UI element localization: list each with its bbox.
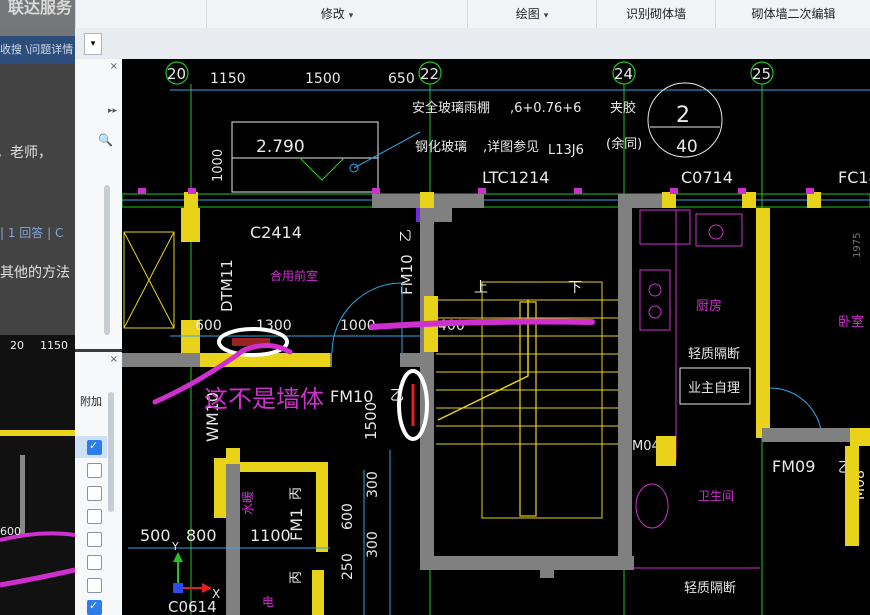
stair-up-label: 上 [474, 280, 488, 296]
ribbon-blank-group [75, 0, 206, 28]
door-label: FM1 [287, 508, 306, 541]
axis-label: 24 [614, 65, 633, 83]
attach-checkbox[interactable] [87, 555, 102, 570]
question-text: ，老师， [0, 145, 52, 161]
note-text: L13J6 [548, 143, 584, 158]
door-label: DTM11 [218, 259, 236, 312]
svg-text:600: 600 [0, 525, 21, 538]
cad-canvas[interactable]: 20 22 24 25 1150 1500 650 2.790 1000 安全玻… [122, 59, 870, 615]
breadcrumb[interactable]: 收搜 \问题详情 [0, 36, 75, 64]
draw-menu[interactable]: 绘图 ▾ [467, 0, 596, 28]
floor-plan-drawing[interactable]: 20 22 24 25 1150 1500 650 2.790 1000 安全玻… [122, 59, 870, 615]
dimension-label: 1150 [210, 71, 246, 87]
elevation-label: 2.790 [256, 137, 305, 157]
dimension-label: 650 [388, 71, 415, 87]
room-label: 厨房 [696, 298, 722, 314]
room-label: 合用前室 [270, 268, 318, 283]
note-text: 夹胶 [610, 100, 636, 116]
scrollbar-bottom[interactable] [108, 392, 114, 512]
search-icon[interactable]: 🔍 [98, 133, 113, 147]
window-label: C0714 [681, 168, 733, 187]
chevron-down-icon: ▾ [543, 11, 549, 21]
answer-count[interactable]: | 1 回答 | C [0, 224, 63, 241]
recognize-masonry-wall-label: 识别砌体墙 [625, 7, 686, 21]
fire-rating: 丙 [289, 487, 304, 500]
room-label: 电 [262, 595, 274, 609]
svg-text:1150: 1150 [40, 339, 68, 352]
side-text: 1975 [852, 233, 863, 258]
secondary-toolbar [0, 28, 870, 60]
window-label: C2414 [250, 223, 302, 242]
column-header-attach: 附加 [80, 395, 102, 408]
fire-rating: 乙 [399, 229, 414, 242]
detail-number: 2 [676, 103, 690, 128]
annotation-not-wall: 这不是墙体 [204, 385, 324, 413]
room-label: 卧室 [838, 314, 864, 330]
stair-down-label: 下 [568, 280, 582, 296]
note-text: ,详图参见 [483, 139, 539, 155]
door-label: FM09 [772, 457, 815, 476]
ribbon-toolbar: 修改 ▾ 绘图 ▾ 识别砌体墙 砌体墙二次编辑 [0, 0, 870, 29]
attach-checkbox[interactable] [87, 599, 102, 615]
room-label: 水暖 [241, 491, 255, 515]
web-page-title: 联达服务 [8, 0, 73, 17]
dimension-label: 300 [365, 471, 381, 498]
fire-rating: 丙 [289, 571, 304, 584]
attach-checkbox[interactable] [87, 486, 102, 501]
thumbnail-drawing: 20 1150 600 [0, 335, 75, 615]
note-text: 业主自理 [688, 381, 740, 396]
note-text: 轻质隔断 [688, 347, 740, 362]
note-text: (余同) [606, 136, 642, 152]
other-method-text: 其他的方法 [0, 265, 70, 281]
attach-checkbox[interactable] [87, 509, 102, 524]
dimension-label: 800 [186, 526, 217, 545]
dimension-label: 250 [340, 553, 356, 580]
property-pane-top: × [75, 59, 123, 349]
masonry-wall-edit-button[interactable]: 砌体墙二次编辑 [715, 0, 870, 28]
ucs-x-label: X [212, 587, 220, 601]
scrollbar-top[interactable] [104, 185, 110, 335]
masonry-wall-edit-label: 砌体墙二次编辑 [751, 7, 836, 21]
attach-checkbox[interactable] [87, 439, 102, 455]
expand-icon[interactable]: ▸▸ [108, 106, 117, 116]
dimension-label: 1500 [305, 71, 341, 87]
door-label: FM10 [398, 254, 416, 295]
dimension-label: 1500 [362, 402, 380, 440]
property-pane-bottom: × [75, 352, 123, 615]
dimension-label: 500 [140, 526, 171, 545]
dimension-label: 600 [195, 318, 222, 334]
window-label: C0614 [168, 598, 217, 615]
window-label: FC18 [838, 168, 870, 187]
note-text: 轻质隔断 [684, 581, 736, 596]
dimension-label: 1000 [211, 149, 226, 182]
chevron-down-icon: ▾ [348, 11, 354, 21]
svg-text:20: 20 [10, 339, 24, 352]
dimension-label: 600 [340, 503, 356, 530]
dimension-label: 1100 [250, 526, 291, 545]
modify-menu[interactable]: 修改 ▾ [206, 0, 467, 28]
note-text: 钢化玻璃 [415, 140, 467, 155]
detail-sheet: 40 [676, 137, 698, 157]
attach-checkbox[interactable] [87, 532, 102, 547]
dropdown-chevron-icon[interactable]: ▾ [84, 33, 102, 55]
ucs-y-label: Y [171, 540, 179, 553]
browser-overlay: 联达服务 收搜 \问题详情 ，老师， | 1 回答 | C 其他的方法 20 1… [0, 0, 75, 615]
axis-label: 20 [167, 65, 186, 83]
room-label: 卫生间 [698, 489, 734, 503]
draw-menu-label: 绘图 [515, 7, 540, 21]
attach-checkbox[interactable] [87, 578, 102, 593]
attach-checkbox[interactable] [87, 463, 102, 478]
note-text: ,6+0.76+6 [510, 101, 581, 116]
door-label: M04 [632, 439, 660, 454]
axis-label: 25 [752, 65, 771, 83]
recognize-masonry-wall-button[interactable]: 识别砌体墙 [596, 0, 715, 28]
dimension-label: 300 [365, 531, 381, 558]
modify-menu-label: 修改 [320, 7, 345, 21]
window-label: LTC1214 [482, 168, 549, 187]
close-icon[interactable]: × [110, 354, 118, 365]
close-icon[interactable]: × [110, 61, 118, 72]
axis-label: 22 [420, 65, 439, 83]
note-text: 安全玻璃雨棚 [412, 100, 490, 116]
